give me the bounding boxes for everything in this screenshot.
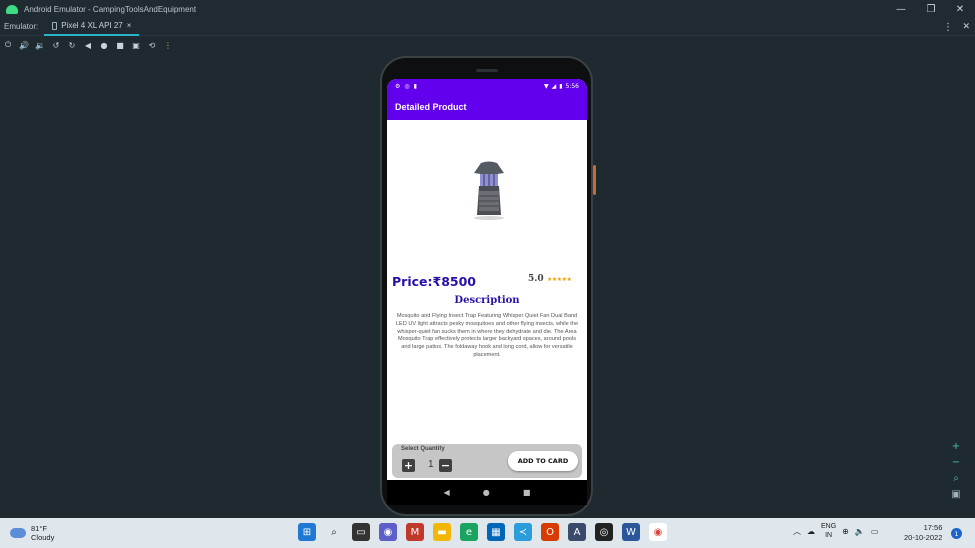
emulator-tab-bar: Emulator: Pixel 4 XL API 27 × — [0, 18, 975, 36]
weather-widget[interactable]: 81°F Cloudy — [10, 524, 54, 542]
file-explorer-icon[interactable]: ▬ — [433, 523, 451, 541]
clock-date: 20-10-2022 — [904, 533, 943, 542]
taskbar-apps: ⊞ ⌕ ▭ ◉ M ▬ e ▦ ≺ O A ◎ W ◉ — [298, 523, 667, 541]
cloud-icon — [10, 528, 26, 538]
system-tray: ︿ ☁ ENG IN ⊕ 🔈 ▭ — [793, 522, 878, 540]
chevron-up-icon[interactable]: ︿ — [793, 526, 801, 537]
sync-status-icon: ◎ — [404, 82, 410, 90]
microsoft-store-icon[interactable]: ▦ — [487, 523, 505, 541]
zoom-in-icon[interactable]: + — [950, 440, 962, 452]
window-title: Android Emulator - CampingToolsAndEquipm… — [24, 4, 197, 14]
vscode-icon[interactable]: ≺ — [514, 523, 532, 541]
back-icon[interactable]: ◀ — [80, 37, 96, 53]
emulator-label: Emulator: — [4, 22, 39, 31]
battery-tray-icon[interactable]: ▭ — [871, 527, 879, 536]
rotate-left-icon[interactable]: ↺ — [48, 37, 64, 53]
region-code: IN — [825, 532, 833, 539]
word-icon[interactable]: W — [622, 523, 640, 541]
star-rating: ★★★★★ — [547, 276, 572, 283]
windows-taskbar: 81°F Cloudy ⊞ ⌕ ▭ ◉ M ▬ e ▦ ≺ O A ◎ W ◉ … — [0, 518, 975, 548]
volume-down-icon[interactable]: 🔉 — [32, 37, 48, 53]
nav-back-icon[interactable]: ◀ — [444, 488, 450, 497]
camera-icon[interactable]: ▣ — [128, 37, 144, 53]
android-studio-icon[interactable]: A — [568, 523, 586, 541]
task-view-icon[interactable]: ▭ — [352, 523, 370, 541]
storage-status-icon: ▮ — [413, 82, 417, 90]
app-title: Detailed Product — [395, 101, 467, 112]
weather-temperature: 81°F — [31, 524, 47, 533]
settings-status-icon: ⚙ — [395, 82, 401, 90]
notification-badge[interactable]: 1 — [951, 528, 962, 539]
overview-icon[interactable]: ■ — [112, 37, 128, 53]
speaker-grille — [476, 69, 498, 72]
chrome-icon[interactable]: ◉ — [649, 523, 667, 541]
tab-label: Pixel 4 XL API 27 — [61, 21, 123, 30]
more-icon[interactable]: ⋮ — [160, 37, 176, 53]
app-bar: Detailed Product — [387, 93, 587, 120]
emulator-toolbar: ⏻ 🔊 🔉 ↺ ↻ ◀ ● ■ ▣ ⟲ ⋮ — [0, 37, 176, 53]
android-status-bar: ⚙ ◎ ▮ ▼ ◢ ▮ 5:56 — [387, 79, 587, 93]
more-options-icon[interactable]: ⋮ — [943, 18, 953, 36]
mcafee-icon[interactable]: M — [406, 523, 424, 541]
device-icon — [52, 21, 58, 30]
power-side-button[interactable] — [593, 165, 596, 195]
office-icon[interactable]: O — [541, 523, 559, 541]
rating-value: 5.0 — [528, 274, 544, 284]
language-indicator[interactable]: ENG IN — [821, 522, 836, 540]
rotate-right-icon[interactable]: ↻ — [64, 37, 80, 53]
volume-up-icon[interactable]: 🔊 — [16, 37, 32, 53]
home-icon[interactable]: ● — [96, 37, 112, 53]
nav-recent-icon[interactable]: ■ — [523, 488, 531, 497]
snapshot-icon[interactable]: ⟲ — [144, 37, 160, 53]
product-image — [474, 161, 504, 220]
cinebench-icon[interactable]: ◎ — [595, 523, 613, 541]
android-icon — [6, 4, 18, 14]
title-bar: Android Emulator - CampingToolsAndEquipm… — [0, 0, 975, 18]
signal-icon: ◢ — [551, 82, 557, 90]
close-window-button[interactable]: ✕ — [945, 0, 975, 18]
network-icon[interactable]: ⊕ — [842, 527, 849, 536]
power-icon[interactable]: ⏻ — [0, 37, 16, 53]
clock-time: 17:56 — [923, 523, 943, 532]
minimize-button[interactable]: — — [886, 0, 916, 18]
windows-start-icon[interactable]: ⊞ — [298, 523, 316, 541]
quantity-panel: Select Quantity + 1 − ADD TO CARD — [392, 444, 582, 478]
onedrive-icon[interactable]: ☁ — [807, 527, 815, 536]
magnify-icon[interactable]: ⌕ — [950, 472, 962, 484]
battery-icon: ▮ — [559, 82, 563, 90]
increase-quantity-button[interactable]: + — [402, 459, 415, 472]
zoom-out-icon[interactable]: − — [950, 456, 962, 468]
language-code: ENG — [821, 523, 837, 530]
decrease-quantity-button[interactable]: − — [439, 459, 452, 472]
search-icon[interactable]: ⌕ — [325, 523, 343, 541]
wifi-icon: ▼ — [543, 82, 549, 90]
status-time: 5:56 — [565, 82, 579, 90]
volume-icon[interactable]: 🔈 — [855, 527, 865, 536]
weather-condition: Cloudy — [31, 533, 55, 542]
add-to-cart-button[interactable]: ADD TO CARD — [508, 451, 578, 471]
restore-button[interactable]: ❐ — [916, 0, 946, 18]
android-nav-bar: ◀ ● ■ — [387, 480, 587, 505]
device-screen[interactable]: ⚙ ◎ ▮ ▼ ◢ ▮ 5:56 Detailed Product Price:… — [387, 79, 587, 505]
tab-close-icon[interactable]: × — [127, 21, 132, 30]
product-price: Price:₹8500 — [392, 274, 476, 289]
fit-screen-icon[interactable]: ▣ — [950, 488, 962, 500]
product-description: Mosquito and Flying Insect Trap Featurin… — [395, 313, 579, 358]
quantity-label: Select Quantity — [401, 446, 445, 452]
tab-pixel-4-xl[interactable]: Pixel 4 XL API 27 × — [44, 18, 140, 36]
teams-chat-icon[interactable]: ◉ — [379, 523, 397, 541]
clock[interactable]: 17:56 20-10-2022 — [904, 523, 942, 543]
quantity-value: 1 — [428, 459, 434, 470]
close-panel-icon[interactable]: ✕ — [962, 18, 970, 36]
nav-home-icon[interactable]: ● — [483, 488, 490, 497]
edge-browser-icon[interactable]: e — [460, 523, 478, 541]
description-heading: Description — [454, 295, 520, 306]
